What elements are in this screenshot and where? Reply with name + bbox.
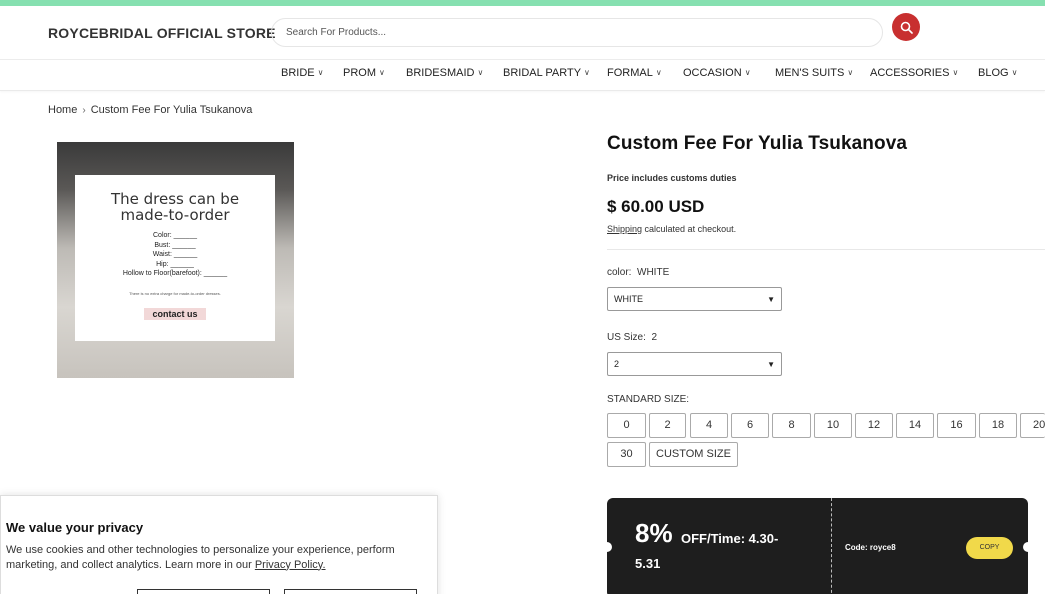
size-select[interactable]: 2 ▼ xyxy=(607,352,782,376)
size-button-14[interactable]: 14 xyxy=(896,413,934,438)
chevron-down-icon: ∨ xyxy=(847,68,854,77)
caret-down-icon: ▼ xyxy=(767,360,775,369)
size-button-4[interactable]: 4 xyxy=(690,413,728,438)
divider xyxy=(607,249,1045,250)
standard-size-label: STANDARD SIZE: xyxy=(607,394,690,405)
size-button-0[interactable]: 0 xyxy=(607,413,646,438)
main-nav: BRIDE ∨ PROM ∨ BRIDESMAID ∨ BRIDAL PARTY ∨ F… xyxy=(0,60,1045,91)
size-button-12[interactable]: 12 xyxy=(855,413,893,438)
search-button[interactable] xyxy=(892,13,920,41)
store-name[interactable]: ROYCEBRIDAL OFFICIAL STORE xyxy=(48,25,276,41)
privacy-policy-link[interactable]: Privacy Policy. xyxy=(255,559,326,571)
size-label: US Size: 2 xyxy=(607,332,658,343)
chevron-down-icon: ∨ xyxy=(584,68,590,77)
nav-item-accessories[interactable]: ACCESSORIES ∨ xyxy=(870,67,958,79)
privacy-button-primary[interactable] xyxy=(137,589,270,594)
made-to-order-card: The dress can be made-to-order Color: __… xyxy=(75,175,275,341)
custom-size-button[interactable]: CUSTOM SIZE xyxy=(649,442,738,467)
shipping-note: Shipping calculated at checkout. xyxy=(607,224,737,234)
copy-button[interactable]: COPY xyxy=(966,537,1013,559)
nav-item-formal[interactable]: FORMAL ∨ xyxy=(607,67,662,79)
shipping-link[interactable]: Shipping xyxy=(607,224,642,234)
chevron-down-icon: ∨ xyxy=(379,68,385,77)
nav-item-bridal-party[interactable]: BRIDAL PARTY ∨ xyxy=(503,67,590,79)
privacy-banner: We value your privacy We use cookies and… xyxy=(0,495,438,594)
promo-time-line2: 5.31 xyxy=(635,556,661,571)
chevron-down-icon: ∨ xyxy=(1011,68,1018,77)
nav-item-blog[interactable]: BLOG ∨ xyxy=(978,67,1017,79)
nav-item-prom[interactable]: PROM ∨ xyxy=(343,67,385,79)
promo-time-line1: OFF/Time: 4.30- xyxy=(681,531,779,546)
card-note: There is no extra charge for made-to-ord… xyxy=(129,290,221,296)
search-box[interactable] xyxy=(271,18,883,47)
promo-coupon: 8% OFF/Time: 4.30- 5.31 Code: royce8 COP… xyxy=(602,498,1033,594)
chevron-down-icon: ∨ xyxy=(744,68,751,77)
size-button-8[interactable]: 8 xyxy=(772,413,811,438)
size-button-2[interactable]: 2 xyxy=(649,413,686,438)
site-header: ROYCEBRIDAL OFFICIAL STORE xyxy=(0,6,1045,60)
size-button-20[interactable]: 20 xyxy=(1020,413,1045,438)
chevron-down-icon: ∨ xyxy=(317,68,324,77)
contact-us-label: contact us xyxy=(144,307,206,320)
promo-code: Code: royce8 xyxy=(845,543,896,552)
search-input[interactable] xyxy=(272,19,882,46)
privacy-text: We use cookies and other technologies to… xyxy=(6,544,395,571)
promo-percent: 8% xyxy=(635,518,673,548)
nav-item-mens-suits[interactable]: MEN'S SUITS ∨ xyxy=(775,67,853,79)
chevron-down-icon: ∨ xyxy=(477,68,484,77)
breadcrumb-home[interactable]: Home xyxy=(48,104,77,116)
product-price: $ 60.00 USD xyxy=(607,197,705,216)
size-button-18[interactable]: 18 xyxy=(979,413,1017,438)
nav-item-bridesmaid[interactable]: BRIDESMAID ∨ xyxy=(406,67,483,79)
card-fields: Color: ______ Bust: ______ Waist: ______… xyxy=(122,232,228,277)
privacy-title: We value your privacy xyxy=(6,520,144,535)
chevron-down-icon: ∨ xyxy=(952,68,959,77)
chevron-right-icon: › xyxy=(82,105,86,116)
card-title: The dress can be made-to-order xyxy=(110,190,240,224)
breadcrumb-current: Custom Fee For Yulia Tsukanova xyxy=(90,104,253,116)
size-button-6[interactable]: 6 xyxy=(731,413,769,438)
product-title: Custom Fee For Yulia Tsukanova xyxy=(607,133,908,154)
size-button-30[interactable]: 30 xyxy=(607,442,646,467)
nav-item-occasion[interactable]: OCCASION ∨ xyxy=(683,67,751,79)
duties-note: Price includes customs duties xyxy=(607,173,737,183)
nav-item-bride[interactable]: BRIDE ∨ xyxy=(281,67,323,79)
search-icon xyxy=(900,21,913,34)
size-button-10[interactable]: 10 xyxy=(814,413,852,438)
breadcrumb: Home › Custom Fee For Yulia Tsukanova xyxy=(48,104,252,116)
color-select[interactable]: WHITE ▼ xyxy=(607,287,782,311)
color-label: color: WHITE xyxy=(607,267,670,278)
privacy-button-secondary[interactable] xyxy=(284,589,417,594)
chevron-down-icon: ∨ xyxy=(655,68,662,77)
product-image[interactable]: The dress can be made-to-order Color: __… xyxy=(57,142,294,378)
caret-down-icon: ▼ xyxy=(767,295,775,304)
size-button-16[interactable]: 16 xyxy=(937,413,976,438)
